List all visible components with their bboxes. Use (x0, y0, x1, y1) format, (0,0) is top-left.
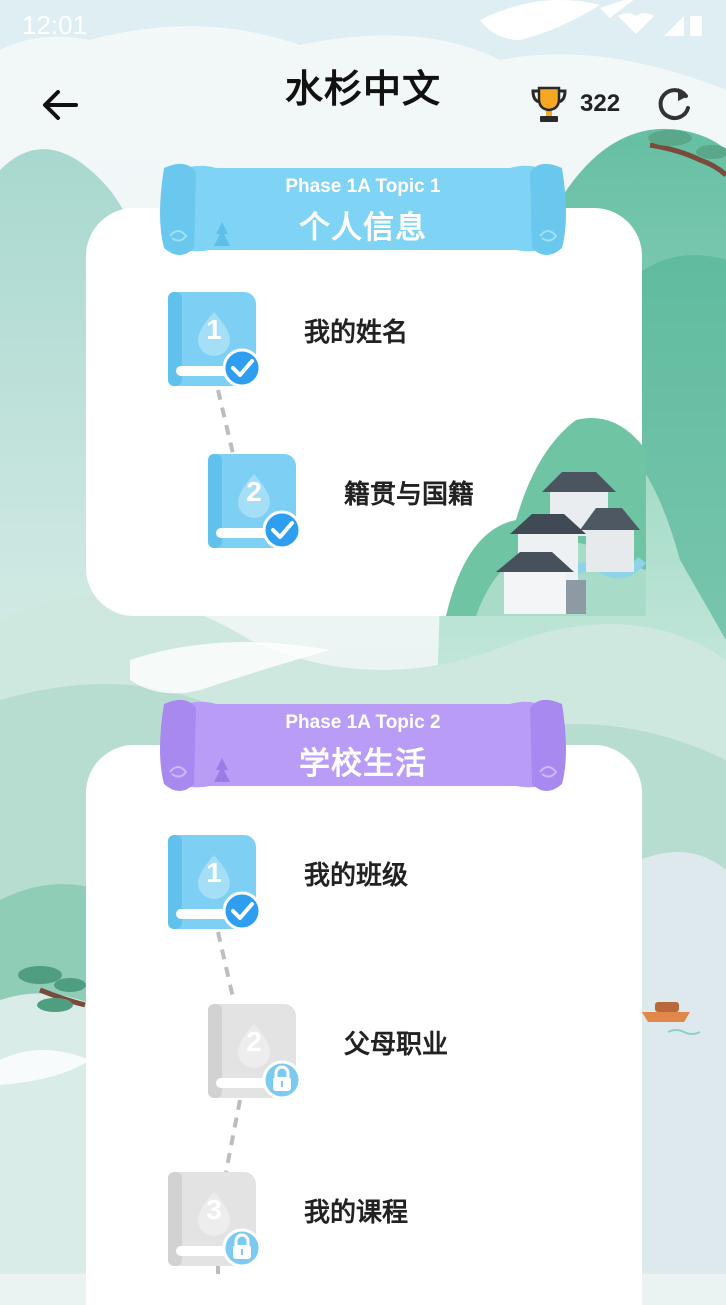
lesson-item[interactable]: 1 我的姓名 (166, 290, 466, 390)
signal-icon (664, 16, 684, 36)
lesson-number: 1 (206, 314, 222, 345)
topic-banner-2: Phase 1A Topic 2 学校生活 (156, 694, 570, 796)
score-display: 322 (528, 82, 620, 126)
status-icons (618, 13, 702, 36)
lesson-number: 1 (206, 857, 222, 888)
lesson-name: 我的班级 (304, 861, 409, 891)
score-value: 322 (580, 90, 621, 117)
lesson-name: 我的姓名 (304, 318, 409, 348)
topic-title: 学校生活 (299, 746, 427, 782)
lesson-item[interactable]: 2 父母职业 (206, 1002, 506, 1102)
lesson-item[interactable]: 2 籍贯与国籍 (206, 452, 526, 552)
topic-subtitle: Phase 1A Topic 2 (285, 712, 441, 733)
topic-banner-1: Phase 1A Topic 1 个人信息 (156, 158, 570, 260)
lesson-name: 我的课程 (304, 1198, 409, 1228)
lesson-name: 父母职业 (344, 1030, 449, 1060)
trophy-icon (531, 86, 567, 122)
status-bar: 12:01 (0, 0, 726, 52)
topic-title: 个人信息 (299, 210, 427, 246)
path-connector (216, 389, 236, 459)
battery-icon (690, 16, 702, 36)
path-connector (216, 931, 236, 1003)
app-header: 水杉中文 322 (0, 52, 726, 162)
topic-subtitle: Phase 1A Topic 1 (285, 176, 441, 197)
refresh-icon[interactable] (652, 82, 696, 126)
status-time: 12:01 (22, 10, 88, 40)
lesson-item[interactable]: 1 我的班级 (166, 833, 466, 933)
lesson-number: 2 (246, 1026, 262, 1057)
lesson-number: 2 (246, 476, 262, 507)
lesson-number: 3 (206, 1194, 222, 1225)
wifi-icon (618, 13, 654, 34)
lesson-name: 籍贯与国籍 (344, 480, 475, 510)
path-connector (224, 1099, 242, 1173)
lesson-item[interactable]: 3 我的课程 (166, 1170, 466, 1270)
